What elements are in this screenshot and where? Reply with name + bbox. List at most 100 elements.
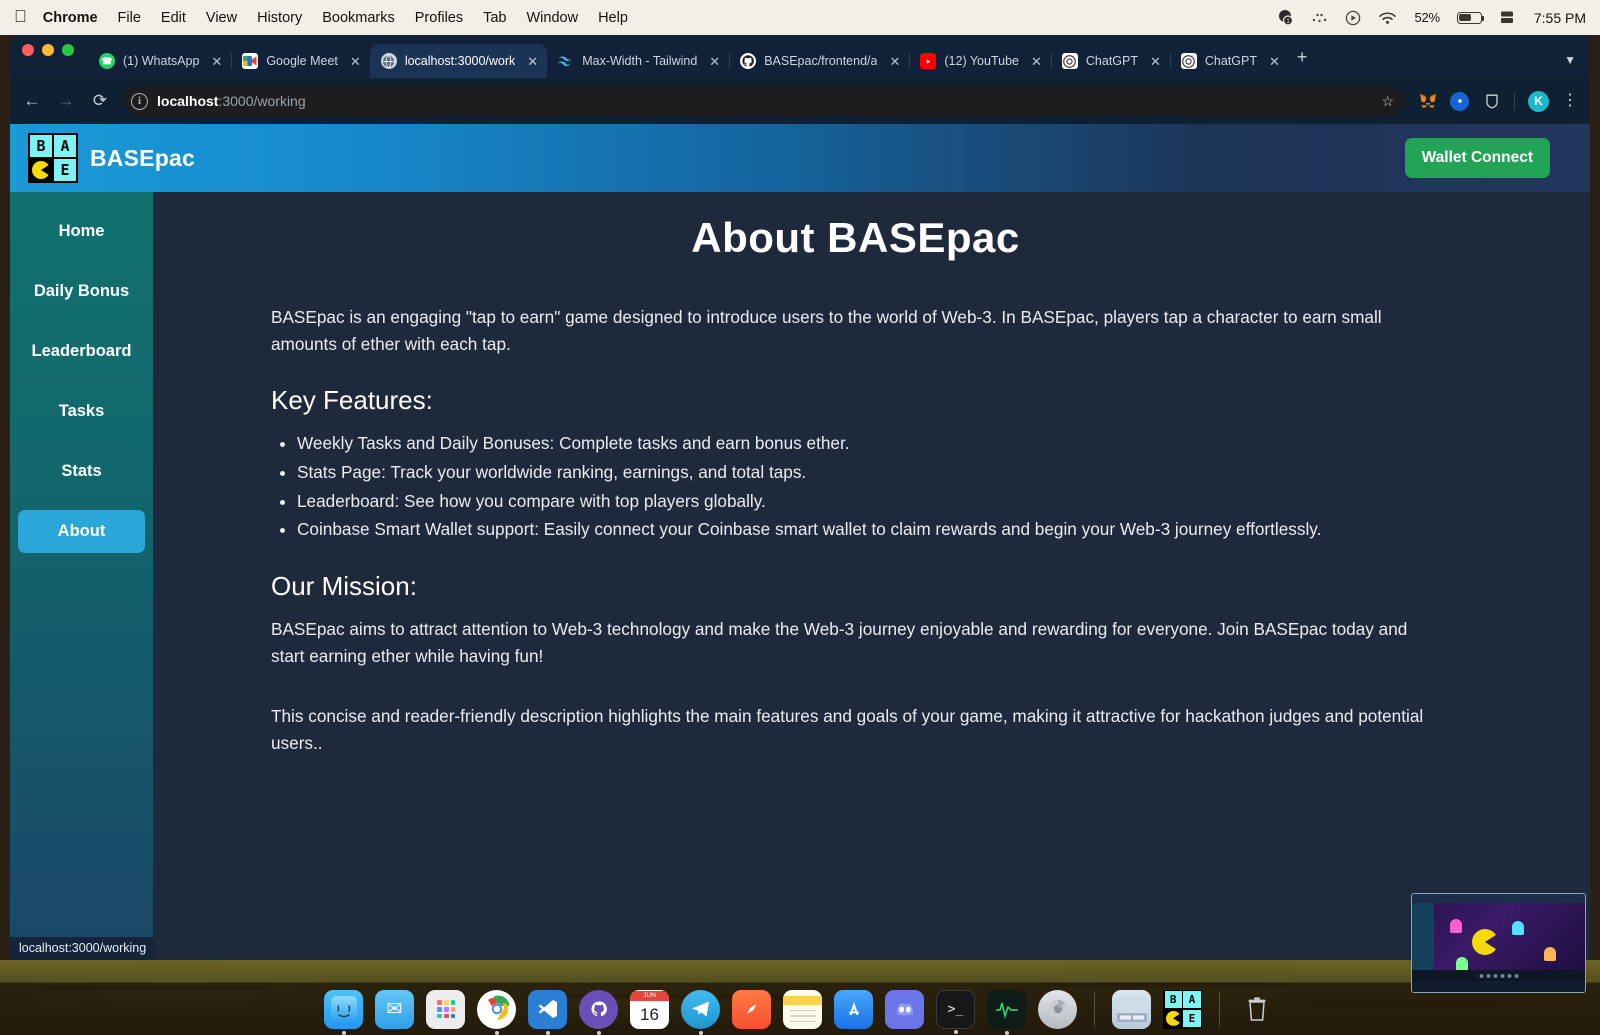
system-settings-icon[interactable] [1038, 989, 1077, 1029]
tab-title: BASEpac/frontend/a [764, 54, 878, 68]
sidebar-item-stats[interactable]: Stats [18, 450, 145, 493]
tab-close-icon[interactable]: ✕ [1269, 55, 1280, 68]
browser-tab-active[interactable]: localhost:3000/work ✕ [369, 44, 548, 78]
browser-tab[interactable]: ChatGPT ✕ [1170, 44, 1289, 78]
chevron-down-icon[interactable]: ▼ [1564, 53, 1576, 67]
menu-item-profiles[interactable]: Profiles [415, 10, 463, 26]
safari-icon[interactable] [732, 989, 771, 1029]
trash-icon[interactable] [1237, 990, 1276, 1029]
closing-paragraph: This concise and reader-friendly descrip… [271, 706, 1424, 753]
calendar-day-label: 16 [640, 1004, 659, 1024]
pac-man-icon [1472, 929, 1498, 955]
chrome-icon[interactable] [477, 989, 516, 1029]
wallet-connect-button[interactable]: Wallet Connect [1404, 138, 1550, 178]
basepac-app-icon[interactable]: B A E [1163, 989, 1202, 1029]
tab-close-icon[interactable]: ✕ [889, 55, 900, 68]
tab-close-icon[interactable]: ✕ [527, 55, 538, 68]
menu-item-file[interactable]: File [118, 10, 141, 26]
main-content: About BASEpac BASEpac is an engaging "ta… [153, 192, 1590, 960]
screenshot-preview-icon[interactable] [1112, 989, 1151, 1029]
wifi-icon[interactable] [1378, 11, 1397, 25]
apple-menu-icon[interactable]:  [14, 8, 27, 25]
screen-share-preview[interactable] [1411, 893, 1586, 993]
browser-tab-strip: ☎ (1) WhatsApp ✕ Google Meet ✕ localhost… [10, 35, 1590, 78]
notification-badge-icon[interactable]: 1 [1277, 9, 1294, 26]
back-arrow-icon[interactable]: ← [22, 91, 42, 111]
mail-icon[interactable]: ✉ [375, 989, 414, 1029]
browser-tab[interactable]: BASEpac/frontend/a ✕ [729, 44, 911, 78]
app-store-icon[interactable] [834, 989, 873, 1029]
pac-man-icon [30, 159, 52, 181]
menu-item-chrome[interactable]: Chrome [43, 10, 98, 26]
github-icon [740, 53, 757, 69]
tab-close-icon[interactable]: ✕ [1031, 55, 1042, 68]
browser-tab[interactable]: Google Meet ✕ [231, 44, 371, 78]
reload-icon[interactable]: ⟳ [90, 91, 110, 111]
menu-item-view[interactable]: View [206, 10, 237, 26]
tab-close-icon[interactable]: ✕ [1150, 55, 1161, 68]
list-item: Stats Page: Track your worldwide ranking… [297, 459, 1440, 486]
display-icon[interactable] [1499, 10, 1515, 25]
calendar-icon[interactable]: JUN 16 [630, 989, 669, 1029]
menu-item-bookmarks[interactable]: Bookmarks [322, 10, 395, 26]
tab-title: ChatGPT [1085, 54, 1138, 68]
sidebar-item-home[interactable]: Home [18, 210, 145, 253]
sidebar-item-leaderboard[interactable]: Leaderboard [18, 330, 145, 373]
launchpad-icon[interactable] [426, 989, 465, 1029]
sidebar-item-tasks[interactable]: Tasks [18, 390, 145, 433]
menu-bar-clock[interactable]: 7:55 PM [1534, 10, 1586, 26]
window-maximize-button[interactable] [62, 44, 74, 56]
vscode-icon[interactable] [528, 989, 567, 1029]
star-icon[interactable]: ☆ [1381, 93, 1394, 110]
new-tab-button[interactable]: + [1289, 47, 1318, 78]
activity-monitor-icon[interactable] [987, 989, 1026, 1029]
browser-tabs: ☎ (1) WhatsApp ✕ Google Meet ✕ localhost… [88, 35, 1590, 78]
notes-icon[interactable] [783, 989, 822, 1029]
whatsapp-icon: ☎ [99, 53, 115, 69]
tab-close-icon[interactable]: ✕ [211, 55, 222, 68]
discord-icon[interactable] [885, 989, 924, 1029]
preview-titlebar [1412, 894, 1585, 903]
kebab-menu-icon[interactable]: ⋮ [1562, 93, 1578, 108]
tab-close-icon[interactable]: ✕ [709, 55, 720, 68]
browser-tab[interactable]: Max-Width - Tailwind ✕ [547, 44, 731, 78]
menu-item-tab[interactable]: Tab [483, 10, 506, 26]
browser-tab[interactable]: (12) YouTube ✕ [909, 44, 1052, 78]
menu-item-window[interactable]: Window [527, 10, 579, 26]
metamask-icon[interactable] [1418, 92, 1437, 111]
extension-blue-icon[interactable] [1450, 91, 1469, 111]
address-bar[interactable]: i localhost:3000/working ☆ [124, 86, 1404, 116]
logo-cell-e: E [54, 159, 76, 181]
control-center-icon[interactable] [1345, 10, 1361, 26]
tab-close-icon[interactable]: ✕ [350, 55, 361, 68]
github-desktop-icon[interactable] [579, 989, 618, 1029]
sidebar: Home Daily Bonus Leaderboard Tasks Stats… [10, 192, 153, 960]
window-minimize-button[interactable] [42, 44, 54, 56]
forward-arrow-icon[interactable]: → [56, 91, 76, 111]
notes-header-stripe [783, 995, 822, 1005]
sidebar-item-daily-bonus[interactable]: Daily Bonus [18, 270, 145, 313]
finder-icon[interactable] [324, 989, 363, 1029]
list-item: Leaderboard: See how you compare with to… [297, 488, 1440, 515]
sidebar-item-about[interactable]: About [18, 510, 145, 553]
bluetooth-icon[interactable] [1311, 11, 1328, 25]
info-circle-icon[interactable]: i [131, 92, 148, 110]
tab-title: localhost:3000/work [404, 54, 516, 68]
menu-item-edit[interactable]: Edit [161, 10, 186, 26]
extension-shield-icon[interactable] [1482, 92, 1501, 111]
chatgpt-icon [1061, 53, 1078, 69]
window-close-button[interactable] [22, 44, 34, 56]
window-traffic-lights[interactable] [22, 35, 74, 78]
brand[interactable]: B A E BASEpac [28, 133, 195, 183]
browser-tab[interactable]: ☎ (1) WhatsApp ✕ [88, 44, 233, 78]
terminal-icon[interactable]: >_ [936, 989, 975, 1029]
telegram-icon[interactable] [681, 989, 720, 1029]
menu-item-history[interactable]: History [257, 10, 302, 26]
mission-paragraph: BASEpac aims to attract attention to Web… [271, 618, 1408, 666]
avatar[interactable]: K [1528, 90, 1549, 112]
browser-tab[interactable]: ChatGPT ✕ [1051, 44, 1171, 78]
chrome-window: ☎ (1) WhatsApp ✕ Google Meet ✕ localhost… [10, 35, 1590, 960]
page-body: Home Daily Bonus Leaderboard Tasks Stats… [10, 192, 1590, 960]
menu-item-help[interactable]: Help [598, 10, 628, 26]
battery-icon[interactable] [1456, 11, 1485, 24]
